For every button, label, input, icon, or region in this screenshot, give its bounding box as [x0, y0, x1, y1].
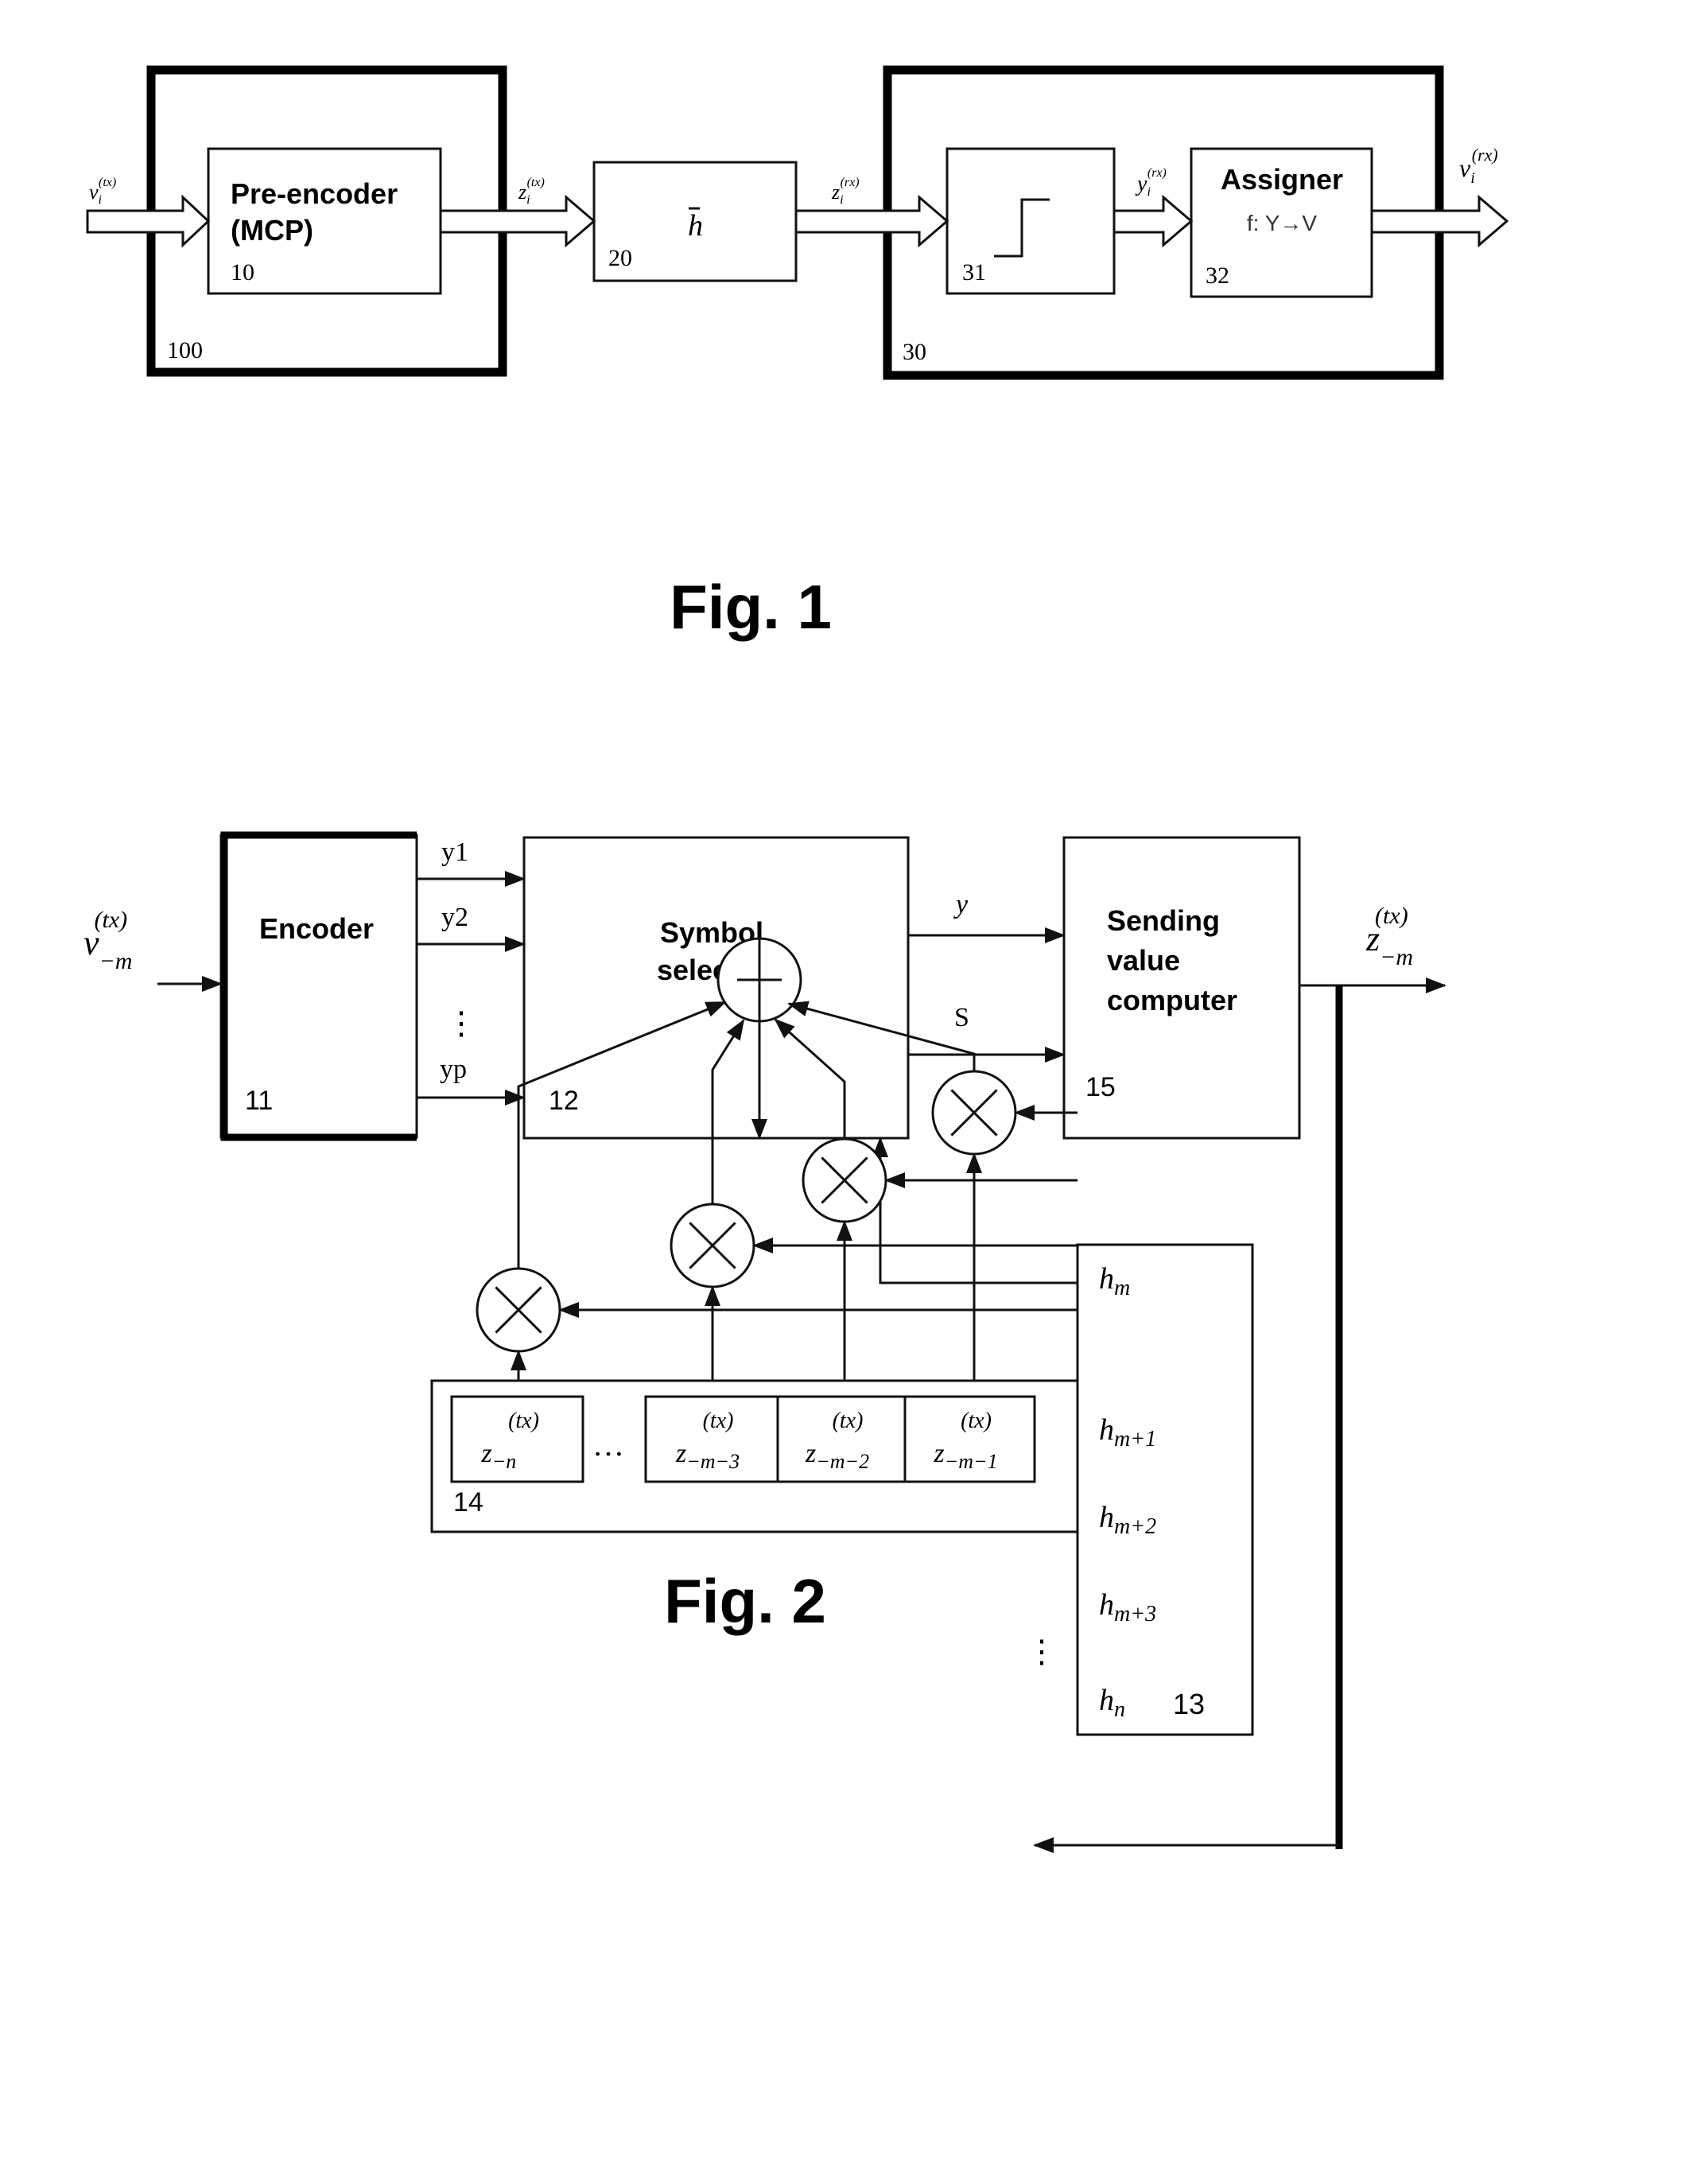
- coefficient-register-ref: 13: [1173, 1688, 1205, 1720]
- svg-text:vi(rx): vi(rx): [1459, 145, 1498, 187]
- cell-superscript: (tx): [833, 1409, 864, 1433]
- cell-superscript: (tx): [508, 1409, 539, 1433]
- signal-label-encoder-input: v−m(tx): [83, 907, 132, 974]
- shift-register-cell: (tx)z−m−1: [903, 1395, 1036, 1483]
- encoder-title: Encoder: [259, 912, 374, 945]
- sending-value-computer-block-15: Sending value computer 15: [1062, 836, 1301, 1140]
- svg-text:v−m(tx): v−m(tx): [83, 907, 132, 974]
- assigner-block-32: Assigner f: Y→V 32: [1190, 147, 1373, 298]
- coefficient-register-block-13: hm hm+1 hm+2 hm+3 hn 13: [1076, 1243, 1254, 1736]
- pre-encoder-block-10: Pre-encoder (MCP) 10: [207, 147, 442, 295]
- channel-symbol: h: [688, 209, 703, 243]
- figure-2: Encoder 11 Symbol selector 12 Sending va…: [83, 831, 1446, 1853]
- multiplier: [931, 1070, 1078, 1397]
- y1-label: y1: [441, 837, 468, 867]
- multiplier: [670, 1203, 1078, 1397]
- channel-block-20: h 20: [592, 161, 798, 282]
- pre-encoder-ref: 10: [231, 259, 254, 286]
- signal-label-output: vi(rx): [1459, 145, 1498, 187]
- pre-encoder-subtitle: (MCP): [231, 214, 313, 247]
- figure-2-caption: Fig. 2: [664, 1566, 826, 1636]
- encoder-outputs-ellipsis: ⋮: [445, 1005, 477, 1041]
- yp-label: yp: [440, 1055, 467, 1084]
- multiplier: [802, 1137, 1078, 1397]
- coefficients-ellipsis: ⋮: [1026, 1634, 1058, 1669]
- y2-label: y2: [441, 903, 468, 932]
- shift-register-cell: (tx)z−m−3: [644, 1395, 779, 1483]
- assigner-title: Assigner: [1221, 163, 1343, 196]
- quantized-arrow: [1112, 194, 1194, 248]
- cell-superscript: (tx): [703, 1409, 734, 1433]
- signal-label-input: vi(tx): [89, 176, 116, 207]
- cell-superscript: (tx): [961, 1409, 992, 1433]
- hm-to-selector-arrow: [872, 1137, 1078, 1284]
- sending-value-computer-ref: 15: [1085, 1072, 1116, 1102]
- channel-ref: 20: [608, 245, 632, 271]
- shift-register-cell: (tx)z−m−2: [776, 1395, 907, 1483]
- figure-1-caption: Fig. 1: [670, 572, 832, 642]
- shift-register-ellipsis: …: [592, 1427, 624, 1463]
- svg-text:z−m(tx): z−m(tx): [1365, 903, 1413, 970]
- sending-value-computer-title-3: computer: [1107, 984, 1237, 1016]
- shift-register-cells: (tx)z−n (tx)z−m−3(tx)z−m−2(tx)z−m−1: [450, 1395, 1036, 1483]
- received-arrow: [794, 194, 949, 248]
- encoder-ref: 11: [245, 1086, 273, 1116]
- patent-drawing-sheet: 100 Pre-encoder (MCP) 10 h 20 30 31 Assi…: [83, 65, 1509, 1853]
- encoder-block-11: Encoder 11: [219, 831, 418, 1141]
- assigner-ref: 32: [1206, 262, 1229, 289]
- signal-label-quantized: yi(rx): [1135, 166, 1167, 199]
- signal-label-output: z−m(tx): [1365, 903, 1413, 970]
- s-label: S: [954, 1003, 969, 1032]
- signal-label-pre-encoded: zi(tx): [518, 176, 545, 207]
- symbol-selector-frame: [522, 836, 910, 1140]
- svg-text:zi(tx): zi(tx): [518, 176, 545, 207]
- symbol-selector-ref: 12: [549, 1086, 579, 1116]
- svg-text:vi(tx): vi(tx): [89, 176, 116, 207]
- pre-encoded-arrow: [439, 194, 596, 248]
- figure-1: 100 Pre-encoder (MCP) 10 h 20 30 31 Assi…: [86, 65, 1509, 642]
- y-label: y: [953, 890, 969, 919]
- signal-label-received: zi(rx): [831, 176, 860, 207]
- svg-text:yi(rx): yi(rx): [1135, 166, 1167, 199]
- quantizer-block-31: 31: [946, 147, 1116, 295]
- coefficient-register-frame: [1076, 1243, 1254, 1736]
- shift-register-ref: 14: [453, 1487, 483, 1518]
- svg-text:zi(rx): zi(rx): [831, 176, 860, 207]
- quantizer-ref: 31: [962, 259, 986, 286]
- multiplier: [476, 1267, 1078, 1397]
- receiver-ref: 30: [903, 339, 926, 365]
- assigner-mapping: f: Y→V: [1247, 211, 1318, 235]
- symbol-selector-block-12: Symbol selector 12: [522, 836, 910, 1140]
- shift-register-cell: (tx)z−n: [450, 1395, 584, 1483]
- transmitter-ref: 100: [167, 337, 203, 363]
- sending-value-computer-title-2: value: [1107, 944, 1180, 977]
- shift-register-block-14: 14 … (tx)z−n (tx)z−m−3(tx)z−m−2(tx)z−m−1: [430, 1379, 1079, 1533]
- pre-encoder-title: Pre-encoder: [231, 177, 398, 210]
- sending-value-computer-title-1: Sending: [1107, 904, 1220, 937]
